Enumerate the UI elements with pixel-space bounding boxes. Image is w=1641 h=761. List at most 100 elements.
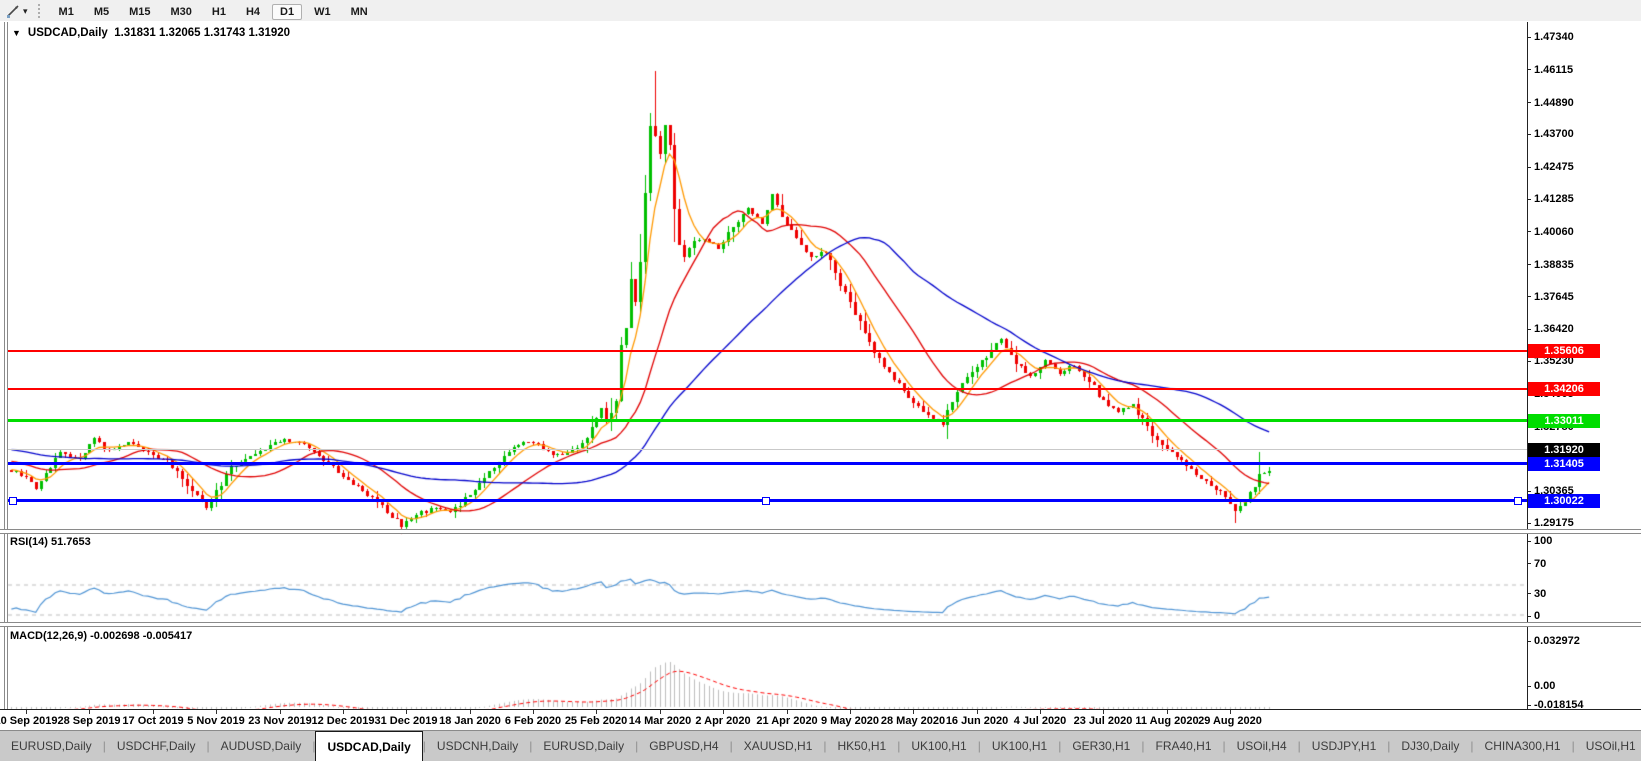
hline-1.35606[interactable]	[8, 350, 1527, 352]
dropdown-caret-icon[interactable]: ▾	[23, 3, 28, 19]
price-badge-1.31920: 1.31920	[1528, 443, 1600, 457]
price-tick: 1.47340	[1527, 31, 1574, 44]
rsi-value: 51.7653	[50, 536, 91, 548]
macd-splitter[interactable]	[0, 622, 1641, 627]
hline-handle-left[interactable]	[9, 497, 17, 505]
date-label: 28 Sep 2019	[57, 715, 121, 727]
tab-hk50-h1[interactable]: HK50,H1	[827, 731, 898, 761]
date-tick	[1167, 710, 1168, 714]
tick-dash	[1527, 615, 1531, 617]
line-studies-icon[interactable]	[4, 3, 22, 19]
candlestick-chart-canvas[interactable]	[0, 21, 1641, 761]
timeframe-button-d1[interactable]: D1	[272, 3, 303, 20]
hline-1.31405[interactable]	[8, 462, 1527, 465]
chart-title: ▼ USDCAD,Daily 1.31831 1.32065 1.31743 1.…	[12, 27, 290, 39]
price-tick: 1.37645	[1527, 291, 1574, 304]
tab-uk100-h1[interactable]: UK100,H1	[900, 731, 977, 761]
date-tick	[533, 710, 534, 714]
date-label: 16 Jun 2020	[945, 715, 1009, 727]
date-tick	[977, 710, 978, 714]
tab-usoil-h1[interactable]: USOil,H1	[1575, 731, 1641, 761]
date-tick	[596, 710, 597, 714]
timeframe-button-m1[interactable]: M1	[51, 4, 82, 20]
tab-usdchf-daily[interactable]: USDCHF,Daily	[106, 731, 207, 761]
price-tick: 1.41285	[1527, 193, 1574, 206]
tick-dash	[1527, 36, 1531, 38]
tab-china300-h1[interactable]: CHINA300,H1	[1474, 731, 1572, 761]
tick-dash	[1527, 102, 1531, 104]
price-tick: 1.40060	[1527, 226, 1574, 239]
date-tick	[153, 710, 154, 714]
date-label: 9 May 2020	[820, 715, 880, 727]
timeframe-button-mn[interactable]: MN	[343, 4, 376, 20]
date-label: 28 May 2020	[880, 715, 946, 727]
rsi-scale-tick: 70	[1527, 558, 1546, 571]
macd-label: MACD(12,26,9) -0.002698 -0.005417	[10, 630, 192, 642]
date-label: 11 Aug 2020	[1135, 715, 1199, 727]
tick-dash	[1527, 198, 1531, 200]
timeframe-button-m5[interactable]: M5	[86, 4, 117, 20]
hline-1.34206[interactable]	[8, 388, 1527, 390]
rsi-scale-tick: 100	[1527, 535, 1552, 548]
date-label: 2 Apr 2020	[695, 715, 751, 727]
tab-xauusd-h1[interactable]: XAUUSD,H1	[733, 731, 824, 761]
hline-1.33011[interactable]	[8, 419, 1527, 422]
tick-dash	[1527, 704, 1531, 706]
collapse-triangle-icon[interactable]: ▼	[12, 28, 21, 38]
date-label: 25 Feb 2020	[564, 715, 628, 727]
macd-name: MACD(12,26,9)	[10, 630, 88, 642]
timeframe-buttons: M1 M5 M15 M30 H1 H4 D1 W1 MN	[49, 2, 378, 20]
tab-usdcnh-daily[interactable]: USDCNH,Daily	[426, 731, 529, 761]
symbol-period-label: USDCAD,Daily	[27, 27, 108, 39]
tab-gbpusd-h4[interactable]: GBPUSD,H4	[638, 731, 729, 761]
ohlc-values: 1.31831 1.32065 1.31743 1.31920	[114, 27, 291, 39]
tab-audusd-daily[interactable]: AUDUSD,Daily	[210, 731, 313, 761]
tab-eurusd-daily[interactable]: EURUSD,Daily	[0, 731, 103, 761]
date-tick	[913, 710, 914, 714]
date-tick	[850, 710, 851, 714]
tick-dash	[1527, 328, 1531, 330]
hline-handle-center[interactable]	[762, 497, 770, 505]
tick-dash	[1527, 166, 1531, 168]
mt4-window: ▾ M1 M5 M15 M30 H1 H4 D1 W1 MN ▼ USDCAD,Daily 1.3…	[0, 0, 1641, 761]
timeframe-button-h4[interactable]: H4	[238, 4, 268, 20]
date-label: 31 Dec 2019	[374, 715, 438, 727]
date-label: 4 Jul 2020	[1013, 715, 1067, 727]
date-axis[interactable]: 10 Sep 2019 28 Sep 2019 17 Oct 2019 5 Nov 2…	[0, 710, 1641, 731]
timeframe-button-w1[interactable]: W1	[306, 4, 339, 20]
tab-usoil-h4[interactable]: USOil,H4	[1226, 731, 1298, 761]
timeframe-button-h1[interactable]: H1	[204, 4, 234, 20]
timeframe-button-m15[interactable]: M15	[121, 4, 158, 20]
date-label: 18 Jan 2020	[439, 715, 501, 727]
tab-usdcad-daily[interactable]: USDCAD,Daily	[315, 731, 423, 761]
price-tick: 1.29175	[1527, 517, 1574, 530]
tabs: EURUSD,Daily | USDCHF,Daily | AUDUSD,Daily | U…	[0, 731, 1641, 761]
price-tick: 1.44890	[1527, 97, 1574, 110]
hline-handle-right[interactable]	[1514, 497, 1522, 505]
chart-tab-bar: EURUSD,Daily | USDCHF,Daily | AUDUSD,Daily | U…	[0, 731, 1641, 761]
tab-eurusd-daily[interactable]: EURUSD,Daily	[532, 731, 635, 761]
date-tick	[26, 710, 27, 714]
rsi-scale-tick: 30	[1527, 588, 1546, 601]
date-tick	[787, 710, 788, 714]
tick-dash	[1527, 296, 1531, 298]
tick-dash	[1527, 490, 1531, 492]
price-badge-1.31405: 1.31405	[1528, 457, 1600, 471]
current-price-line[interactable]	[8, 449, 1527, 450]
timeframe-button-m30[interactable]: M30	[163, 4, 200, 20]
tab-dj30-daily[interactable]: DJ30,Daily	[1390, 731, 1470, 761]
toolbar-grip[interactable]	[37, 3, 40, 18]
rsi-label: RSI(14) 51.7653	[10, 536, 91, 548]
tab-ger30-h1[interactable]: GER30,H1	[1061, 731, 1141, 761]
rsi-splitter[interactable]	[0, 529, 1641, 534]
date-tick	[470, 710, 471, 714]
tab-usdjpy-h1[interactable]: USDJPY,H1	[1301, 731, 1387, 761]
date-tick	[89, 710, 90, 714]
tab-uk100-h1[interactable]: UK100,H1	[981, 731, 1058, 761]
date-label: 10 Sep 2019	[0, 715, 58, 727]
rsi-scale-tick: 0	[1527, 610, 1540, 623]
tab-fra40-h1[interactable]: FRA40,H1	[1144, 731, 1222, 761]
date-label: 17 Oct 2019	[122, 715, 184, 727]
date-tick	[280, 710, 281, 714]
tick-dash	[1527, 69, 1531, 71]
